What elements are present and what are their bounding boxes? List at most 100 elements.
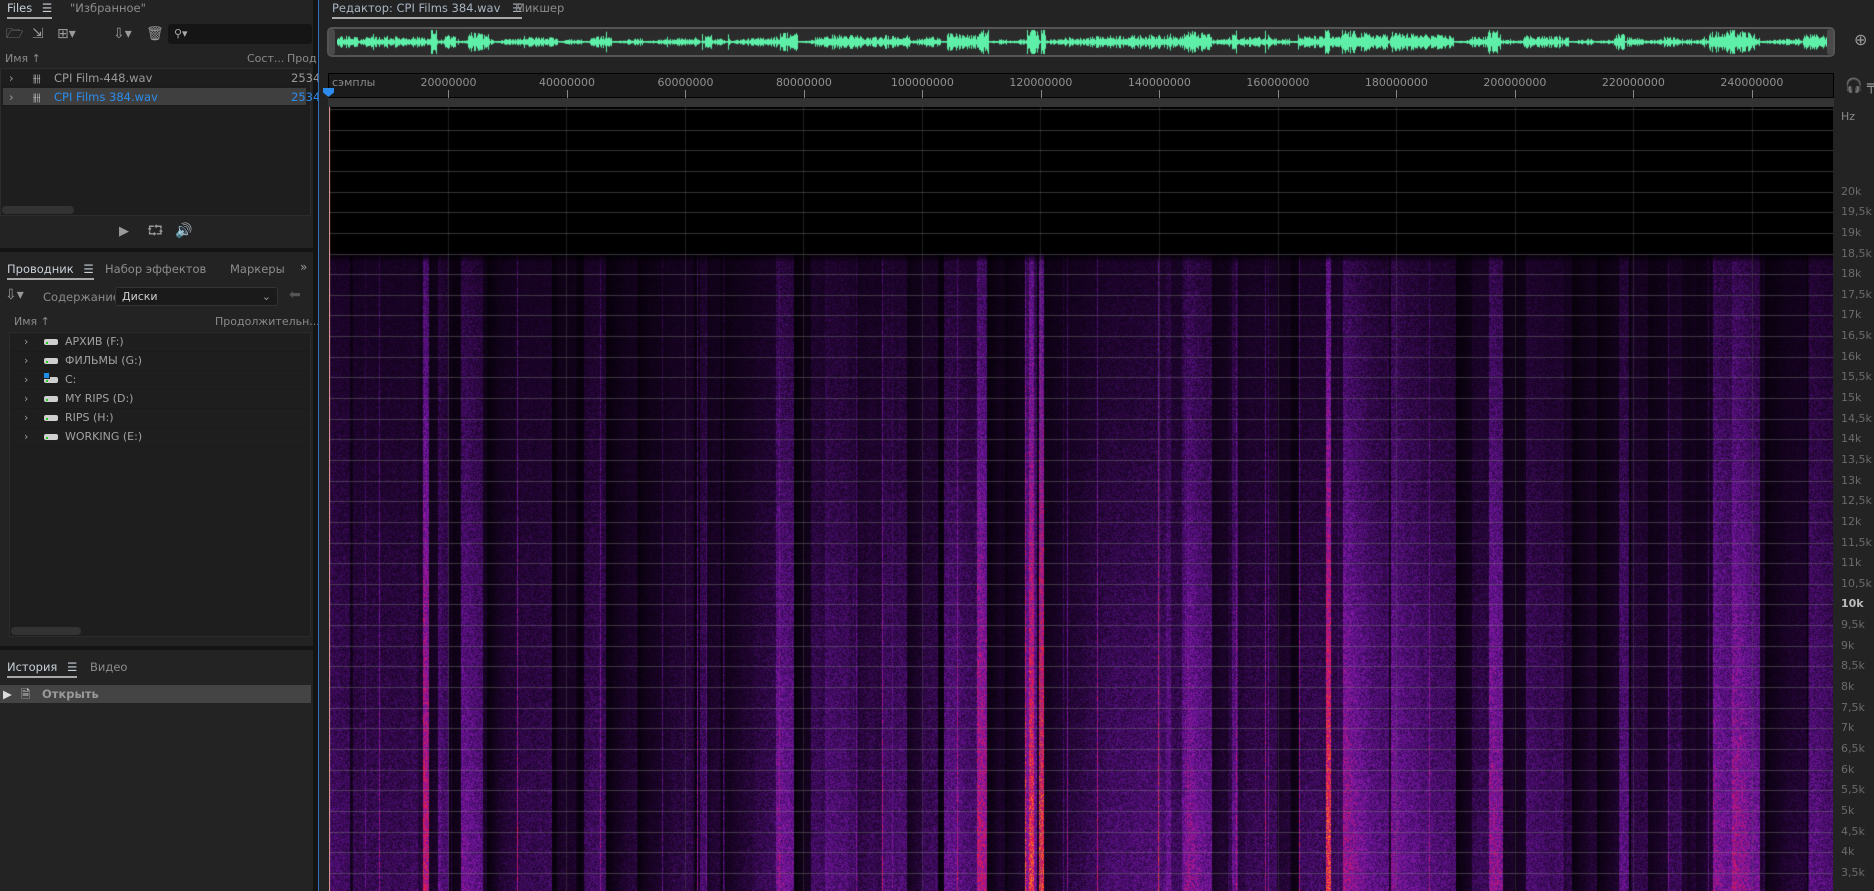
- overflow-chevrons-icon[interactable]: »: [300, 261, 307, 273]
- drive-row[interactable]: › АРХИВ (F:): [10, 333, 310, 352]
- tab-markers[interactable]: Маркеры: [230, 262, 285, 276]
- search-input[interactable]: ⚲▾: [168, 24, 312, 44]
- freq-tick-label: 11k: [1841, 556, 1862, 570]
- file-row[interactable]: › ⫲⫲ CPI Film-448.wav 2534: [3, 69, 320, 87]
- ruler-tick-mark: [1514, 90, 1516, 98]
- freq-tick-label: 5k: [1841, 803, 1855, 817]
- ruler-tick-label: 100000000: [890, 76, 954, 89]
- media-browser-panel: Проводник ☰ Набор эффектов Маркеры » ⇩▾ …: [0, 252, 320, 646]
- content-dropdown[interactable]: Диски ⌄: [115, 287, 278, 306]
- column-name[interactable]: Имя ↑: [5, 52, 41, 65]
- zoom-navigator-icon[interactable]: ⊕: [1854, 32, 1867, 48]
- freq-tick-label: 3,5k: [1841, 865, 1865, 879]
- freq-tick-label: 16k: [1841, 349, 1862, 363]
- freq-tick-label: 14k: [1841, 432, 1862, 446]
- pin-icon[interactable]: ╤: [1867, 79, 1874, 93]
- freq-tick-label: 4,5k: [1841, 824, 1865, 838]
- drive-icon: [44, 339, 58, 345]
- ruler-tick-mark: [1751, 90, 1753, 98]
- ruler-tick-label: 40000000: [538, 76, 595, 89]
- freq-tick-label: 7k: [1841, 721, 1855, 735]
- freq-tick-label: 11,5k: [1841, 535, 1872, 549]
- freq-tick-label: 4k: [1841, 845, 1855, 859]
- overview-handle-left[interactable]: [329, 29, 335, 55]
- freq-tick-label: 12,5k: [1841, 494, 1872, 508]
- drive-list: › АРХИВ (F:) › ФИЛЬМЫ (G:) › C: › MY RIPS (D…: [9, 332, 311, 637]
- freq-tick-label: 10k: [1841, 597, 1864, 611]
- tab-mixer[interactable]: Микшер: [515, 1, 564, 15]
- drive-row[interactable]: › MY RIPS (D:): [10, 390, 310, 409]
- column-duration[interactable]: Прод: [287, 52, 317, 65]
- tab-favorites[interactable]: "Избранное": [70, 1, 146, 15]
- horizontal-scrollbar[interactable]: [2, 206, 74, 214]
- ruler-tick-mark: [803, 90, 805, 98]
- history-item[interactable]: ▶ 🗎 Открыть: [0, 685, 311, 703]
- freq-tick-label: 8k: [1841, 680, 1855, 694]
- freq-tick-label: 20k: [1841, 184, 1862, 198]
- drive-icon: [44, 415, 58, 421]
- freq-tick-label: 7,5k: [1841, 700, 1865, 714]
- column-duration[interactable]: Продолжительн...: [215, 315, 320, 328]
- freq-tick-label: 19,5k: [1841, 205, 1872, 219]
- freq-tick-label: 9k: [1841, 638, 1855, 652]
- import-icon[interactable]: ⇲: [32, 27, 44, 41]
- tab-history[interactable]: История ☰: [7, 660, 78, 678]
- open-folder-icon[interactable]: 🗁: [6, 27, 23, 41]
- freq-tick-label: 8,5k: [1841, 659, 1865, 673]
- tab-video[interactable]: Видео: [90, 660, 127, 674]
- freq-tick-label: 18k: [1841, 267, 1862, 281]
- history-panel: История ☰ Видео ▶ 🗎 Открыть: [0, 650, 313, 891]
- ruler-unit-label: сэмплы: [332, 76, 376, 89]
- file-row-selected[interactable]: › ⫲⫲ CPI Films 384.wav 2534: [3, 88, 320, 106]
- insert-icon[interactable]: ⇩▾: [113, 27, 132, 41]
- back-arrow-icon[interactable]: ⬅: [289, 288, 301, 302]
- tab-files[interactable]: Files ☰: [7, 1, 53, 19]
- drive-row[interactable]: › RIPS (H:): [10, 409, 310, 428]
- ruler-tick-mark: [1040, 90, 1042, 98]
- current-state-icon: ▶: [3, 687, 12, 701]
- freq-tick-label: 17,5k: [1841, 287, 1872, 301]
- ruler-tick-label: 80000000: [775, 76, 832, 89]
- panel-menu-icon[interactable]: ☰: [67, 660, 77, 674]
- drive-row[interactable]: › ФИЛЬМЫ (G:): [10, 352, 310, 371]
- freq-tick-label: 6,5k: [1841, 741, 1865, 755]
- editor-panel: Редактор: CPI Films 384.wav ☰ Микшер ⊕ 2…: [318, 0, 1874, 891]
- ruler-tick-label: 220000000: [1601, 76, 1665, 89]
- horizontal-scrollbar[interactable]: [11, 627, 81, 635]
- tab-effects-rack[interactable]: Набор эффектов: [105, 262, 206, 276]
- freq-tick-label: 18,5k: [1841, 246, 1872, 260]
- loop-icon[interactable]: ⮔: [147, 224, 164, 238]
- drive-row[interactable]: › WORKING (E:): [10, 428, 310, 447]
- panel-menu-icon[interactable]: ☰: [42, 1, 52, 15]
- headphones-icon[interactable]: 🎧: [1845, 79, 1862, 93]
- column-status[interactable]: Сост...: [247, 52, 284, 65]
- drive-icon: [44, 358, 58, 364]
- ruler-tick-label: 240000000: [1720, 76, 1784, 89]
- ruler-tick-mark: [1159, 90, 1161, 98]
- play-icon[interactable]: ▶: [119, 225, 129, 238]
- ruler-tick-label: 120000000: [1009, 76, 1073, 89]
- ruler-tick-label: 140000000: [1127, 76, 1191, 89]
- trash-icon[interactable]: 🗑: [146, 27, 164, 41]
- freq-tick-label: 15,5k: [1841, 370, 1872, 384]
- new-file-icon[interactable]: ⊞▾: [57, 27, 76, 41]
- splitter-handle[interactable]: [328, 98, 1834, 107]
- ruler-tick-label: 20000000: [420, 76, 477, 89]
- autoplay-speaker-icon[interactable]: 🔊: [175, 224, 192, 238]
- freq-tick-label: 12k: [1841, 514, 1862, 528]
- ruler-tick-mark: [685, 90, 687, 98]
- download-icon[interactable]: ⇩▾: [5, 288, 24, 302]
- ruler-tick-mark: [922, 90, 924, 98]
- freq-tick-label: 13k: [1841, 473, 1862, 487]
- column-name[interactable]: Имя ↑: [14, 315, 50, 328]
- spectrogram[interactable]: [329, 107, 1833, 891]
- overview-waveform[interactable]: [327, 27, 1835, 57]
- tab-browser[interactable]: Проводник ☰: [7, 262, 94, 280]
- panel-menu-icon[interactable]: ☰: [83, 262, 93, 276]
- file-list: › ⫲⫲ CPI Film-448.wav 2534 › ⫲⫲ CPI Films …: [0, 68, 320, 216]
- windows-logo-icon: [43, 372, 50, 379]
- overview-handle-right[interactable]: [1827, 29, 1833, 55]
- drive-row[interactable]: › C:: [10, 371, 310, 390]
- tab-editor[interactable]: Редактор: CPI Films 384.wav ☰: [332, 1, 523, 19]
- waveform-file-icon: ⫲⫲: [33, 90, 41, 104]
